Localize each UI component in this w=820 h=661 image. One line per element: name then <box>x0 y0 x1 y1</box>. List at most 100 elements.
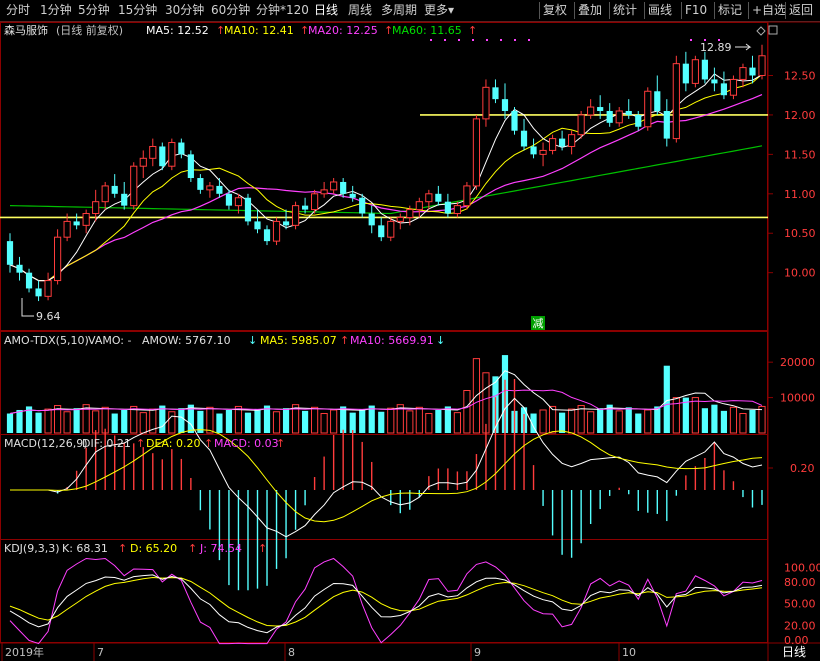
candle[interactable] <box>701 51 708 84</box>
candle[interactable] <box>206 181 214 198</box>
volume-bar[interactable] <box>168 411 176 434</box>
candle[interactable] <box>568 130 576 155</box>
candle[interactable] <box>635 110 642 131</box>
candle[interactable] <box>330 178 338 194</box>
candle[interactable] <box>615 107 623 127</box>
candle[interactable] <box>758 44 766 80</box>
candle[interactable] <box>216 178 223 198</box>
candle[interactable] <box>73 213 80 230</box>
candle[interactable] <box>25 268 33 293</box>
candle[interactable] <box>682 51 689 92</box>
volume-bar[interactable] <box>568 408 576 434</box>
period-tab-3[interactable]: 15分钟 <box>118 2 157 19</box>
volume-bar[interactable] <box>311 406 319 434</box>
volume-bar[interactable] <box>644 409 652 434</box>
volume-bar[interactable] <box>121 409 128 433</box>
toolbar-button-0[interactable]: 复权 <box>543 2 567 19</box>
volume-bar[interactable] <box>758 405 766 434</box>
volume-bar[interactable] <box>92 410 100 434</box>
period-tab-9[interactable]: 多周期 <box>381 2 417 19</box>
candle[interactable] <box>559 130 566 151</box>
candle[interactable] <box>263 225 271 246</box>
candle[interactable] <box>82 209 90 234</box>
candle[interactable] <box>378 217 385 242</box>
candle[interactable] <box>396 213 404 230</box>
volume-bar[interactable] <box>263 405 271 433</box>
candle[interactable] <box>149 138 157 167</box>
candle[interactable] <box>539 142 547 167</box>
volume-bar[interactable] <box>425 413 433 434</box>
volume-bar[interactable] <box>453 412 461 434</box>
candle[interactable] <box>197 174 204 194</box>
volume-bar[interactable] <box>663 365 670 433</box>
volume-bar[interactable] <box>654 406 661 433</box>
period-tab-0[interactable]: 分时 <box>6 2 30 19</box>
volume-bar[interactable] <box>159 405 166 433</box>
period-tab-10[interactable]: 更多▾ <box>424 2 454 19</box>
volume-bar[interactable] <box>711 404 718 433</box>
volume-bar[interactable] <box>16 409 23 433</box>
candle[interactable] <box>368 205 375 234</box>
volume-bar[interactable] <box>225 409 233 433</box>
candle[interactable] <box>16 256 23 281</box>
volume-bar[interactable] <box>720 410 728 433</box>
volume-bar[interactable] <box>597 408 604 433</box>
volume-bar[interactable] <box>234 405 243 434</box>
volume-bar[interactable] <box>206 406 214 434</box>
period-tab-4[interactable]: 30分钟 <box>165 2 204 19</box>
candle[interactable] <box>548 134 557 155</box>
volume-bar[interactable] <box>63 411 71 434</box>
volume-bar[interactable] <box>435 409 442 433</box>
volume-bar[interactable] <box>44 408 52 434</box>
volume-bar[interactable] <box>244 412 252 433</box>
period-tab-2[interactable]: 5分钟 <box>78 2 110 19</box>
volume-bar[interactable] <box>73 408 80 433</box>
toolbar-button-2[interactable]: 统计 <box>613 2 637 19</box>
volume-bar[interactable] <box>615 410 623 434</box>
candle[interactable] <box>121 181 128 210</box>
volume-bar[interactable] <box>216 413 223 433</box>
candle[interactable] <box>691 55 699 88</box>
volume-bar[interactable] <box>749 409 756 433</box>
candle[interactable] <box>739 63 747 88</box>
volume-chart[interactable] <box>6 355 766 434</box>
volume-bar[interactable] <box>340 406 347 433</box>
candle[interactable] <box>311 189 319 214</box>
period-tab-5[interactable]: 60分钟 <box>211 2 250 19</box>
toolbar-button-1[interactable]: 叠加 <box>578 2 602 19</box>
volume-bar[interactable] <box>254 409 261 433</box>
candle[interactable] <box>663 99 670 147</box>
candle[interactable] <box>101 181 109 210</box>
volume-bar[interactable] <box>35 412 42 433</box>
volume-bar[interactable] <box>330 409 338 434</box>
candle[interactable] <box>492 79 499 104</box>
candle[interactable] <box>178 138 185 159</box>
toolbar-button-3[interactable]: 画线 <box>648 2 672 19</box>
candle[interactable] <box>320 181 328 198</box>
candle[interactable] <box>435 185 442 206</box>
toolbar-button-5[interactable]: 标记 <box>718 2 742 19</box>
volume-bar[interactable] <box>139 412 147 434</box>
candle[interactable] <box>672 55 680 143</box>
candle[interactable] <box>54 229 62 285</box>
candle[interactable] <box>44 272 52 301</box>
candle[interactable] <box>501 83 509 119</box>
candle[interactable] <box>139 150 147 179</box>
candle[interactable] <box>444 193 451 218</box>
candle[interactable] <box>187 150 194 182</box>
candle[interactable] <box>530 138 537 159</box>
volume-bar[interactable] <box>282 408 290 433</box>
period-tab-8[interactable]: 周线 <box>348 2 372 19</box>
volume-bar[interactable] <box>548 405 557 434</box>
volume-bar[interactable] <box>378 411 385 433</box>
candle[interactable] <box>463 181 471 210</box>
candle[interactable] <box>272 217 281 246</box>
candle[interactable] <box>472 114 481 190</box>
candle[interactable] <box>606 103 613 127</box>
volume-bar[interactable] <box>444 406 451 433</box>
period-tab-1[interactable]: 1分钟 <box>40 2 72 19</box>
volume-bar[interactable] <box>691 397 699 434</box>
kdj-chart[interactable] <box>9 557 763 645</box>
volume-bar[interactable] <box>463 390 471 434</box>
diamond-icon[interactable] <box>756 26 766 36</box>
